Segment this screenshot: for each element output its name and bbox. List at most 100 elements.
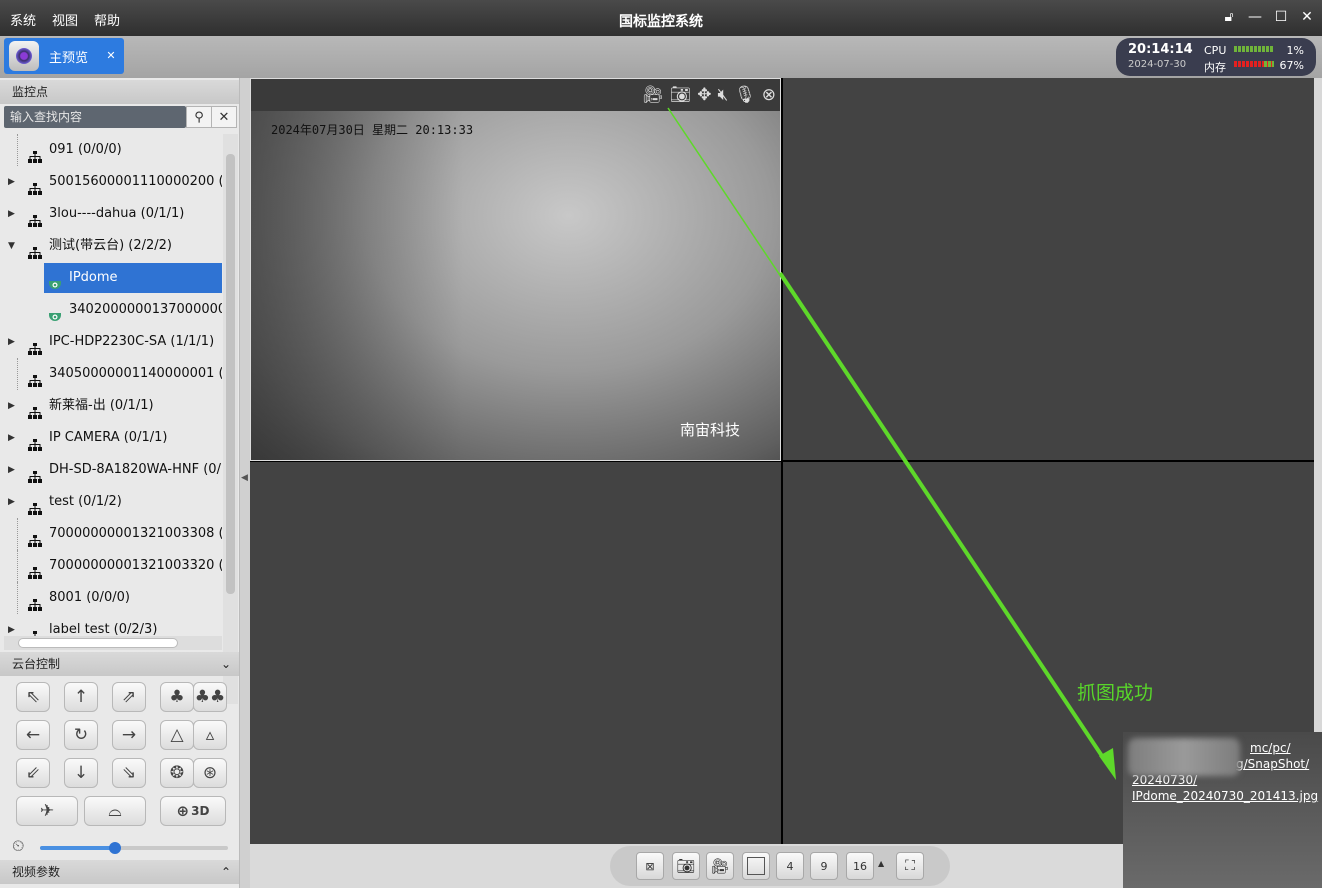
- org-tree-icon: [28, 432, 42, 451]
- panel-collapse-handle[interactable]: ◀: [240, 78, 250, 888]
- system-date: 2024-07-30: [1128, 59, 1187, 70]
- collapsed-arrow-icon[interactable]: ▶: [8, 166, 15, 198]
- fullscreen-icon[interactable]: ⛶: [896, 852, 924, 880]
- close-video-icon[interactable]: ⊗: [762, 85, 776, 105]
- layout-4-button[interactable]: 4: [776, 852, 804, 880]
- tree-group-item[interactable]: 091 (0/0/0): [0, 134, 222, 166]
- tree-group-item[interactable]: ▶ 50015600001110000200 (0/1/1): [0, 166, 222, 198]
- scroll-thumb[interactable]: [18, 638, 178, 648]
- focus-near-button[interactable]: ♣: [160, 682, 194, 712]
- tree-horizontal-scrollbar[interactable]: [4, 636, 222, 650]
- tree-group-item[interactable]: 8001 (0/0/0): [0, 582, 222, 614]
- ptz-left-button[interactable]: ←: [16, 720, 50, 750]
- ptz-header[interactable]: 云台控制 ⌄: [0, 652, 239, 676]
- tree-group-item[interactable]: ▶ 3lou----dahua (0/1/1): [0, 198, 222, 230]
- snapshot-all-icon[interactable]: 📷︎: [672, 852, 700, 880]
- org-tree-icon: [28, 336, 42, 355]
- close-icon[interactable]: ✕: [1300, 9, 1314, 25]
- video-params-header[interactable]: 视频参数 ⌃: [0, 860, 239, 884]
- collapsed-arrow-icon[interactable]: ▶: [8, 198, 15, 230]
- tree-device-item[interactable]: IPdome: [0, 262, 222, 294]
- memory-value: 67%: [1279, 59, 1304, 72]
- osd-watermark: 南宙科技: [679, 421, 740, 439]
- zoom-in-button[interactable]: ❂: [160, 758, 194, 788]
- camera-lens-icon: [9, 41, 39, 71]
- search-icon[interactable]: ⚲: [186, 106, 212, 128]
- layout-16-button[interactable]: 16: [846, 852, 874, 880]
- org-tree-icon: [28, 464, 42, 483]
- close-all-icon[interactable]: ⊠: [636, 852, 664, 880]
- tree-group-item[interactable]: ▶ DH-SD-8A1820WA-HNF (0/1/1): [0, 454, 222, 486]
- org-tree-icon: [28, 240, 42, 259]
- snapshot-icon[interactable]: 📷︎: [670, 85, 692, 105]
- chevron-down-icon[interactable]: ⌄: [221, 652, 231, 676]
- video-cell-3[interactable]: [250, 462, 781, 844]
- video-stream[interactable]: 2024年07月30日 星期二 20:13:33 南宙科技: [251, 111, 780, 460]
- video-grid: 🎥︎ 📷︎ ✥ 🔇︎ 🎙︎ ⊗ 2024年07月30日 星期二 20:13:33…: [250, 78, 1314, 844]
- iris-open-button[interactable]: △: [160, 720, 194, 750]
- search-input[interactable]: 输入查找内容: [4, 106, 186, 128]
- ptz-down-right-button[interactable]: ⇘: [112, 758, 146, 788]
- video-cell-2[interactable]: [783, 78, 1314, 460]
- tree-device-item[interactable]: 34020000001370000001: [0, 294, 222, 326]
- device-tree: 091 (0/0/0) ▶ 50015600001110000200 (0/1/1)…: [0, 134, 222, 694]
- chevron-up-icon[interactable]: ⌃: [221, 860, 231, 884]
- redacted-path-segment: [1128, 738, 1240, 776]
- ptz-speed-slider[interactable]: [40, 842, 228, 854]
- focus-far-button[interactable]: ♣♣: [193, 682, 227, 712]
- tree-group-item[interactable]: ▼ 测试(带云台) (2/2/2): [0, 230, 222, 262]
- tree-group-item[interactable]: ▶ IP CAMERA (0/1/1): [0, 422, 222, 454]
- tree-group-item[interactable]: ▶ 新莱福-出 (0/1/1): [0, 390, 222, 422]
- tree-vertical-scrollbar[interactable]: [223, 134, 238, 704]
- zoom-3d-button[interactable]: ⊕ 3D: [160, 796, 226, 826]
- collapsed-arrow-icon[interactable]: ▶: [8, 454, 15, 486]
- video-cell-toolbar: 🎥︎ 📷︎ ✥ 🔇︎ 🎙︎ ⊗: [251, 79, 780, 111]
- ptz-up-left-button[interactable]: ⇖: [16, 682, 50, 712]
- cpu-meter: [1234, 46, 1274, 52]
- lock-icon[interactable]: 🔓︎: [1222, 9, 1236, 25]
- zoom-out-button[interactable]: ⊛: [193, 758, 227, 788]
- title-bar: 系统 视图 帮助 国标监控系统 🔓︎ — ☐ ✕: [0, 0, 1322, 36]
- tree-group-item[interactable]: 70000000001321003308 (0/0/0): [0, 518, 222, 550]
- clear-search-icon[interactable]: ✕: [211, 106, 237, 128]
- scroll-thumb[interactable]: [226, 154, 235, 594]
- tab-close-icon[interactable]: ✕: [104, 49, 118, 63]
- talk-mute-icon[interactable]: 🎙︎: [734, 85, 756, 105]
- ptz-move-icon[interactable]: ✥: [697, 85, 711, 105]
- expanded-arrow-icon[interactable]: ▼: [8, 230, 15, 262]
- tree-group-item[interactable]: ▶ IPC-HDP2230C-SA (1/1/1): [0, 326, 222, 358]
- collapsed-arrow-icon[interactable]: ▶: [8, 422, 15, 454]
- speed-icon: ⏲: [12, 836, 25, 855]
- tab-main-preview[interactable]: 主预览 ✕: [4, 38, 124, 74]
- tree-group-item[interactable]: ▶ test (0/1/2): [0, 486, 222, 518]
- ptz-up-button[interactable]: ↑: [64, 682, 98, 712]
- slider-knob[interactable]: [109, 842, 122, 854]
- tree-group-item[interactable]: 70000000001321003320 (0/0/0): [0, 550, 222, 582]
- tree-group-item[interactable]: 34050000001140000001 (0/0/0): [0, 358, 222, 390]
- collapsed-arrow-icon[interactable]: ▶: [8, 486, 15, 518]
- collapsed-arrow-icon[interactable]: ▶: [8, 390, 15, 422]
- ptz-down-left-button[interactable]: ⇙: [16, 758, 50, 788]
- ptz-up-right-button[interactable]: ⇗: [112, 682, 146, 712]
- ptz-down-button[interactable]: ↓: [64, 758, 98, 788]
- maximize-icon[interactable]: ☐: [1274, 9, 1288, 25]
- collapsed-arrow-icon[interactable]: ▶: [8, 326, 15, 358]
- wiper-off-button[interactable]: ⌓: [84, 796, 146, 826]
- record-all-icon[interactable]: 🎥︎: [706, 852, 734, 880]
- minimize-icon[interactable]: —: [1248, 9, 1262, 25]
- layout-button-group: ⊠ 📷︎ 🎥︎ 4 9 16 ▲ ⛶: [610, 846, 950, 886]
- tree-guide-line: [17, 518, 18, 550]
- mute-icon[interactable]: 🔇︎: [717, 85, 728, 105]
- wiper-on-button[interactable]: ✈: [16, 796, 78, 826]
- video-cell-1[interactable]: 🎥︎ 📷︎ ✥ 🔇︎ 🎙︎ ⊗ 2024年07月30日 星期二 20:13:33…: [250, 78, 781, 461]
- tab-label: 主预览: [49, 50, 89, 66]
- ptz-auto-scan-button[interactable]: ↻: [64, 720, 98, 750]
- cpu-value: 1%: [1286, 44, 1304, 57]
- record-icon[interactable]: 🎥︎: [642, 85, 664, 105]
- layout-9-button[interactable]: 9: [810, 852, 838, 880]
- layout-dropdown-icon[interactable]: ▲: [878, 859, 884, 868]
- ptz-right-button[interactable]: →: [112, 720, 146, 750]
- iris-close-button[interactable]: ▵: [193, 720, 227, 750]
- layout-1-button[interactable]: [742, 852, 770, 880]
- snapshot-path-line[interactable]: IPdome_20240730_201413.jpg: [1132, 788, 1318, 804]
